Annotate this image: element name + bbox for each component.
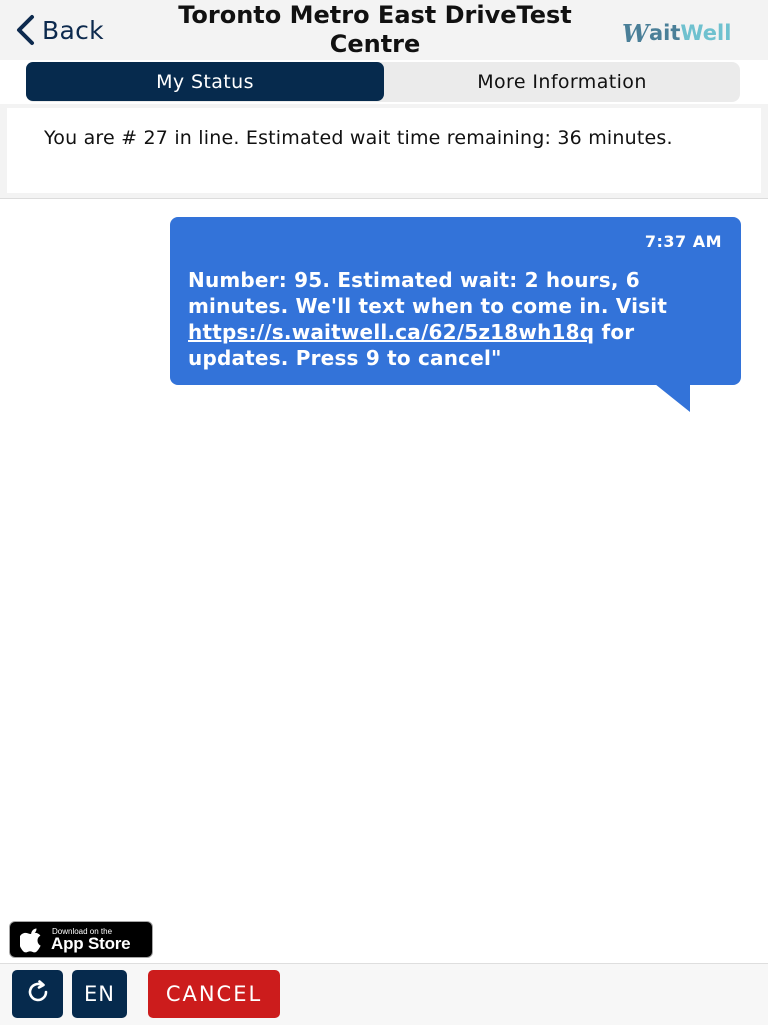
- message-text: Number: 95. Estimated wait: 2 hours, 6 m…: [188, 267, 728, 371]
- footer-bar: EN CANCEL: [0, 963, 768, 1025]
- message-link[interactable]: https://s.waitwell.ca/62/5z18wh18q: [188, 320, 594, 344]
- status-card: You are # 27 in line. Estimated wait tim…: [7, 108, 761, 193]
- waitwell-logo: Wait Well: [622, 18, 731, 48]
- app-store-badge[interactable]: Download on the App Store: [9, 921, 153, 958]
- refresh-button[interactable]: [12, 970, 63, 1018]
- tab-my-status[interactable]: My Status: [26, 62, 384, 101]
- message-bubble: 7:37 AM Number: 95. Estimated wait: 2 ho…: [170, 217, 741, 385]
- status-section: You are # 27 in line. Estimated wait tim…: [0, 104, 768, 199]
- back-label: Back: [42, 15, 104, 45]
- message-bubble-tail: [655, 384, 690, 412]
- page-title: Toronto Metro East DriveTest Centre: [178, 1, 572, 58]
- apple-logo-icon: [18, 927, 44, 957]
- header-bar: Back Toronto Metro East DriveTest Centre…: [0, 0, 768, 60]
- refresh-icon: [24, 978, 52, 1010]
- app-store-big-text: App Store: [51, 934, 131, 953]
- language-button[interactable]: EN: [72, 970, 127, 1018]
- tab-more-information[interactable]: More Information: [384, 62, 740, 102]
- logo-w: W: [622, 18, 649, 48]
- chevron-left-icon: [14, 14, 36, 46]
- cancel-button[interactable]: CANCEL: [148, 970, 280, 1018]
- message-text-before: Number: 95. Estimated wait: 2 hours, 6 m…: [188, 268, 668, 318]
- tab-bar: My Status More Information: [26, 62, 740, 102]
- back-button[interactable]: Back: [14, 10, 104, 50]
- queue-status-text: You are # 27 in line. Estimated wait tim…: [44, 127, 673, 149]
- logo-ait: ait: [648, 21, 681, 45]
- logo-well: Well: [680, 21, 732, 45]
- message-time: 7:37 AM: [644, 232, 722, 251]
